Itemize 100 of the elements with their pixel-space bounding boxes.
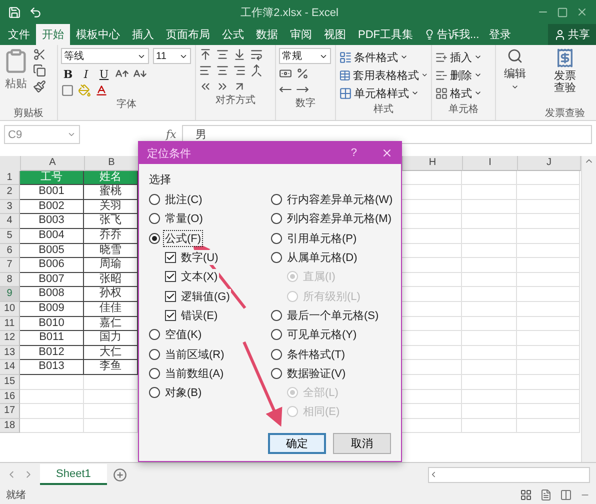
- align-middle-icon[interactable]: [216, 48, 229, 61]
- cells-menu-button[interactable]: 格式: [435, 84, 492, 102]
- row-header[interactable]: 10: [0, 302, 20, 317]
- caret-icon[interactable]: [474, 53, 482, 61]
- ribbon-tab[interactable]: 公式: [216, 24, 250, 45]
- row-header[interactable]: 6: [0, 244, 20, 258]
- lightbulb-icon[interactable]: [424, 29, 435, 40]
- ribbon-tab[interactable]: 模板中心: [70, 24, 126, 45]
- row-header[interactable]: 2: [0, 185, 20, 200]
- font-style-button[interactable]: I: [79, 68, 93, 80]
- close-icon[interactable]: [576, 6, 588, 18]
- radio-option[interactable]: 空值(K): [149, 325, 271, 344]
- style-menu-button[interactable]: 条件格式: [339, 48, 428, 66]
- radio-option[interactable]: 对象(B): [149, 382, 271, 402]
- row-header[interactable]: 18: [0, 418, 20, 434]
- caret-icon[interactable]: [411, 89, 419, 97]
- function-label[interactable]: fx: [166, 128, 176, 141]
- row-header[interactable]: 12: [0, 331, 20, 346]
- caret-icon[interactable]: [420, 71, 428, 79]
- column-header[interactable]: I: [463, 156, 518, 171]
- rows-icon[interactable]: [435, 68, 448, 82]
- column-header[interactable]: B: [85, 156, 139, 171]
- checkbox-option[interactable]: 数字(U): [149, 248, 271, 268]
- maximize-icon[interactable]: [557, 6, 568, 18]
- cells-menu-button[interactable]: 删除: [435, 66, 492, 84]
- ribbon-tab[interactable]: PDF工具集: [352, 24, 419, 45]
- font-size-select[interactable]: 11: [153, 48, 191, 64]
- share-button[interactable]: 共享: [548, 24, 596, 45]
- table-style-icon[interactable]: [339, 86, 352, 100]
- copy-icon[interactable]: [33, 64, 46, 77]
- add-sheet-icon[interactable]: [112, 468, 127, 482]
- fill-color-icon[interactable]: [78, 84, 91, 97]
- ribbon-tab[interactable]: 插入: [126, 24, 160, 45]
- currency-icon[interactable]: [279, 67, 292, 80]
- invoice-check-button[interactable]: 发票查验: [551, 48, 579, 106]
- scroll-left-icon[interactable]: [429, 470, 438, 479]
- column-header[interactable]: A: [21, 156, 85, 171]
- row-header[interactable]: 16: [0, 390, 20, 404]
- rows-icon[interactable]: [435, 86, 448, 100]
- caret-icon[interactable]: [400, 53, 408, 61]
- close-icon[interactable]: [381, 147, 393, 159]
- style-menu-button[interactable]: 套用表格格式: [339, 66, 428, 84]
- column-header[interactable]: J: [518, 156, 581, 171]
- cut-icon[interactable]: [33, 48, 46, 61]
- caret-icon[interactable]: [474, 71, 482, 79]
- checkbox-option[interactable]: 文本(X): [149, 267, 271, 286]
- radio-option[interactable]: 从属单元格(D): [271, 248, 391, 268]
- checkbox-option[interactable]: 逻辑值(G): [149, 286, 271, 306]
- number-format-select[interactable]: 常规: [279, 48, 331, 64]
- rows-icon[interactable]: [435, 50, 448, 64]
- percent-icon[interactable]: [296, 67, 309, 80]
- radio-option[interactable]: 当前数组(A): [149, 364, 271, 383]
- dialog-button[interactable]: 确定: [268, 433, 326, 454]
- font-style-button[interactable]: B: [61, 68, 75, 80]
- wrap-text-icon[interactable]: [250, 48, 263, 61]
- align-bottom-icon[interactable]: [233, 48, 246, 61]
- search-icon[interactable]: [507, 48, 523, 64]
- person-icon[interactable]: [554, 28, 566, 40]
- ribbon-tab[interactable]: 审阅: [284, 24, 318, 45]
- increase-indent-icon[interactable]: [216, 80, 229, 93]
- ribbon-tab[interactable]: 文件: [2, 24, 36, 45]
- cells-menu-button[interactable]: 插入: [435, 48, 492, 66]
- radio-option[interactable]: 当前区域(R): [149, 344, 271, 364]
- ribbon-tab[interactable]: 页面布局: [160, 24, 216, 45]
- row-header[interactable]: 11: [0, 316, 20, 332]
- checkbox-option[interactable]: 错误(E): [149, 306, 271, 326]
- horizontal-scrollbar[interactable]: [428, 466, 590, 482]
- caret-icon[interactable]: [474, 89, 482, 97]
- login-link[interactable]: 登录: [484, 24, 516, 45]
- border-icon[interactable]: [61, 84, 74, 97]
- font-name-select[interactable]: 等线: [61, 48, 149, 64]
- radio-option[interactable]: 引用单元格(P): [271, 228, 391, 248]
- column-header[interactable]: H: [403, 156, 463, 171]
- align-right-icon[interactable]: [233, 64, 246, 77]
- sheet-tab[interactable]: Sheet1: [40, 464, 107, 485]
- editing-button[interactable]: 编辑: [499, 48, 531, 91]
- radio-option[interactable]: 公式(F): [149, 228, 271, 248]
- row-header[interactable]: 14: [0, 360, 20, 375]
- row-header[interactable]: 8: [0, 272, 20, 288]
- table-style-icon[interactable]: [339, 68, 351, 82]
- ribbon-tab[interactable]: 视图: [318, 24, 352, 45]
- row-header[interactable]: 15: [0, 374, 20, 390]
- font-color-icon[interactable]: [95, 84, 108, 97]
- caret-icon[interactable]: [511, 83, 519, 91]
- font-style-button[interactable]: U: [97, 68, 111, 80]
- table-style-icon[interactable]: [339, 50, 352, 64]
- radio-option[interactable]: 批注(C): [149, 190, 271, 210]
- paste-button[interactable]: 粘贴: [3, 48, 29, 106]
- radio-option[interactable]: 条件格式(T): [271, 344, 391, 364]
- receipt-icon[interactable]: [555, 48, 575, 68]
- radio-option[interactable]: 可见单元格(Y): [271, 325, 391, 344]
- row-header[interactable]: 9: [0, 287, 20, 302]
- style-menu-button[interactable]: 单元格样式: [339, 84, 428, 102]
- name-box[interactable]: C9: [4, 125, 80, 144]
- save-icon[interactable]: [8, 6, 21, 18]
- page-layout-icon[interactable]: [540, 489, 552, 501]
- help-button[interactable]: ?: [350, 147, 357, 159]
- align-top-icon[interactable]: [199, 48, 212, 61]
- decrease-indent-icon[interactable]: [199, 80, 212, 93]
- page-break-icon[interactable]: [560, 489, 572, 501]
